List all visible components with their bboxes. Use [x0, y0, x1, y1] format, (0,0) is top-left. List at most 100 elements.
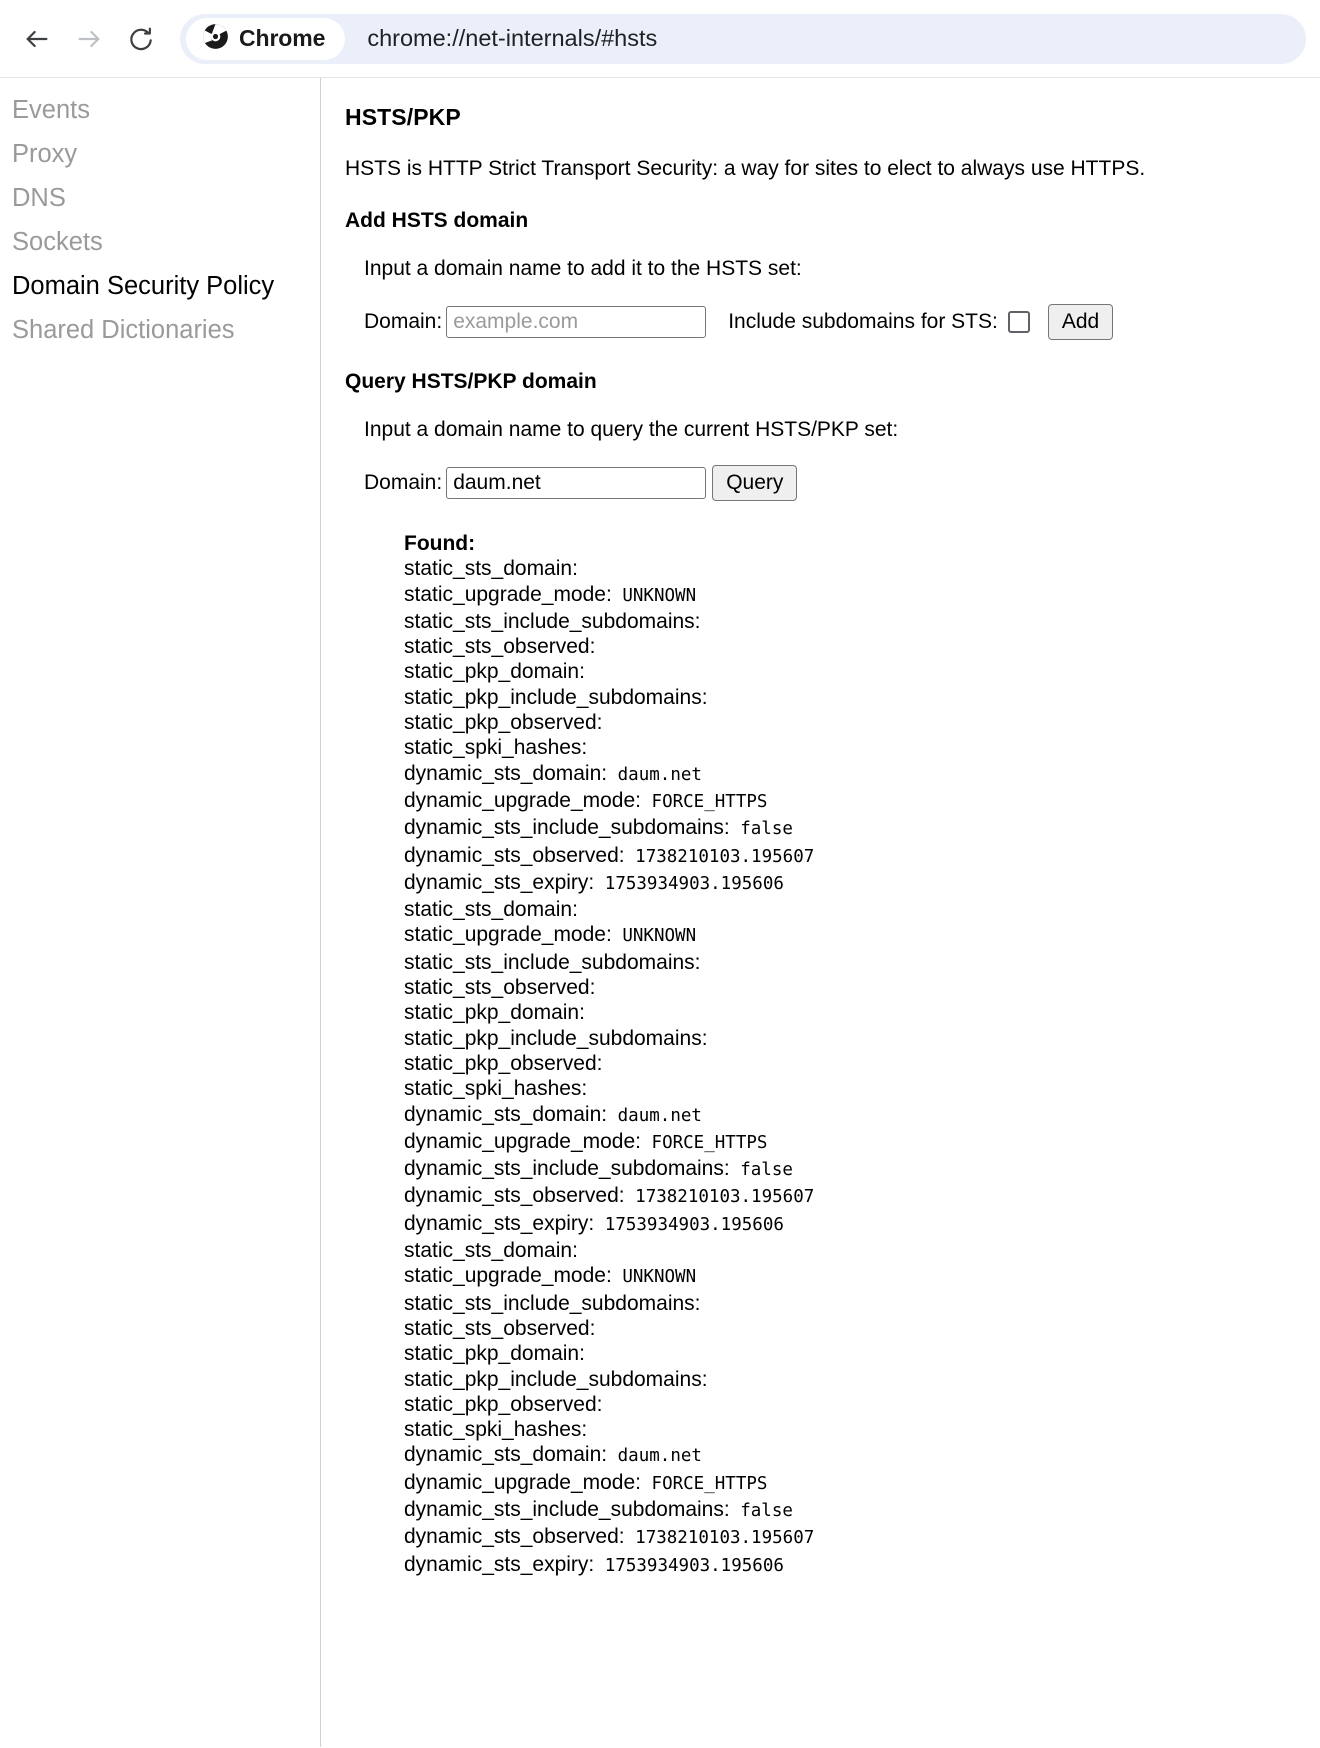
result-key: dynamic_upgrade_mode:	[404, 788, 641, 812]
result-value: UNKNOWN	[611, 585, 697, 606]
result-key: static_sts_include_subdomains:	[404, 1291, 701, 1315]
chrome-chip[interactable]: Chrome	[186, 17, 346, 60]
result-value: UNKNOWN	[611, 1267, 697, 1288]
result-line: dynamic_upgrade_mode: FORCE_HTTPS	[404, 788, 1320, 815]
result-key: static_pkp_domain:	[404, 660, 585, 684]
sidebar-item-events[interactable]: Events	[0, 88, 320, 132]
query-section-heading: Query HSTS/PKP domain	[345, 370, 597, 393]
result-value: false	[729, 819, 793, 840]
add-button[interactable]: Add	[1047, 304, 1114, 340]
result-line: static_pkp_include_subdomains:	[404, 1367, 1320, 1392]
result-line: static_pkp_observed:	[404, 1051, 1320, 1076]
result-line: static_sts_include_subdomains:	[404, 609, 1320, 634]
arrow-right-icon	[75, 25, 103, 53]
result-key: static_spki_hashes:	[404, 736, 588, 760]
result-value: FORCE_HTTPS	[641, 1473, 768, 1494]
sidebar-item-dns[interactable]: DNS	[0, 176, 320, 220]
result-line: static_pkp_observed:	[404, 1392, 1320, 1417]
result-key: static_sts_domain:	[404, 1239, 578, 1263]
omnibox[interactable]: Chrome chrome://net-internals/#hsts	[180, 13, 1306, 64]
result-line: dynamic_sts_expiry: 1753934903.195606	[404, 870, 1320, 897]
result-key: static_upgrade_mode:	[404, 923, 612, 947]
add-section-body: Input a domain name to add it to the HST…	[345, 257, 1320, 340]
result-key: static_spki_hashes:	[404, 1077, 588, 1101]
result-line: dynamic_sts_domain: daum.net	[404, 1102, 1320, 1129]
add-domain-label: Domain:	[364, 310, 443, 333]
reload-button[interactable]	[118, 16, 164, 62]
result-value: UNKNOWN	[611, 926, 697, 947]
result-value: 1753934903.195606	[594, 1555, 784, 1576]
result-line: static_sts_domain:	[404, 1238, 1320, 1263]
result-line: static_upgrade_mode: UNKNOWN	[404, 582, 1320, 609]
arrow-left-icon	[23, 25, 51, 53]
results-line-list: static_sts_domain: static_upgrade_mode: U…	[404, 556, 1320, 1579]
query-domain-label: Domain:	[364, 471, 443, 494]
sidebar-item-proxy[interactable]: Proxy	[0, 132, 320, 176]
add-section-heading: Add HSTS domain	[345, 209, 529, 232]
back-button[interactable]	[14, 16, 60, 62]
result-line: static_spki_hashes:	[404, 735, 1320, 760]
result-key: dynamic_sts_include_subdomains:	[404, 1497, 730, 1521]
result-key: dynamic_sts_include_subdomains:	[404, 1157, 730, 1181]
result-line: static_sts_domain:	[404, 897, 1320, 922]
result-key: dynamic_upgrade_mode:	[404, 1470, 641, 1494]
result-key: static_sts_include_subdomains:	[404, 950, 701, 974]
add-hint: Input a domain name to add it to the HST…	[364, 257, 802, 280]
result-key: dynamic_sts_observed:	[404, 1525, 625, 1549]
result-line: static_sts_observed:	[404, 634, 1320, 659]
result-key: static_pkp_observed:	[404, 1392, 603, 1416]
result-key: static_sts_domain:	[404, 557, 578, 581]
result-value: 1753934903.195606	[594, 1214, 784, 1235]
result-line: static_spki_hashes:	[404, 1076, 1320, 1101]
query-results: Found: static_sts_domain: static_upgrade_…	[364, 531, 1320, 1579]
include-subdomains-group: Include subdomains for STS:	[728, 310, 1030, 334]
result-line: static_sts_domain:	[404, 556, 1320, 581]
result-value: 1753934903.195606	[594, 873, 784, 894]
result-value: false	[729, 1160, 793, 1181]
result-key: dynamic_sts_domain:	[404, 1102, 608, 1126]
result-value: false	[729, 1500, 793, 1521]
query-hint: Input a domain name to query the current…	[364, 418, 899, 441]
query-domain-row: Domain: Query	[364, 465, 1320, 501]
omnibox-url: chrome://net-internals/#hsts	[367, 25, 658, 51]
sidebar-item-shared-dictionaries[interactable]: Shared Dictionaries	[0, 308, 320, 352]
sidebar-item-sockets[interactable]: Sockets	[0, 220, 320, 264]
result-line: static_sts_include_subdomains:	[404, 950, 1320, 975]
result-key: static_sts_observed:	[404, 1316, 596, 1340]
result-line: static_pkp_domain:	[404, 1000, 1320, 1025]
sidebar: Events Proxy DNS Sockets Domain Security…	[0, 78, 321, 1747]
result-key: static_sts_observed:	[404, 635, 596, 659]
result-line: static_pkp_observed:	[404, 710, 1320, 735]
result-key: dynamic_sts_observed:	[404, 843, 625, 867]
include-subdomains-checkbox[interactable]	[1007, 311, 1030, 333]
result-line: static_upgrade_mode: UNKNOWN	[404, 922, 1320, 949]
chrome-chip-label: Chrome	[239, 25, 326, 51]
result-line: dynamic_sts_expiry: 1753934903.195606	[404, 1211, 1320, 1238]
result-line: static_pkp_domain:	[404, 1341, 1320, 1366]
result-line: dynamic_sts_include_subdomains: false	[404, 1156, 1320, 1183]
result-line: dynamic_sts_include_subdomains: false	[404, 1497, 1320, 1524]
result-key: static_sts_include_subdomains:	[404, 609, 701, 633]
result-line: static_sts_observed:	[404, 1316, 1320, 1341]
result-line: static_sts_observed:	[404, 975, 1320, 1000]
result-key: static_sts_observed:	[404, 976, 596, 1000]
result-key: dynamic_sts_observed:	[404, 1184, 625, 1208]
result-line: static_pkp_domain:	[404, 659, 1320, 684]
sidebar-item-domain-security-policy[interactable]: Domain Security Policy	[0, 264, 320, 308]
result-key: dynamic_sts_expiry:	[404, 1552, 595, 1576]
result-line: static_spki_hashes:	[404, 1417, 1320, 1442]
result-key: static_pkp_include_subdomains:	[404, 685, 708, 709]
query-domain-input[interactable]	[446, 467, 707, 499]
result-line: static_upgrade_mode: UNKNOWN	[404, 1263, 1320, 1290]
result-key: dynamic_upgrade_mode:	[404, 1129, 641, 1153]
result-line: static_pkp_include_subdomains:	[404, 685, 1320, 710]
result-key: dynamic_sts_expiry:	[404, 870, 595, 894]
results-found-label: Found:	[404, 532, 476, 555]
forward-button[interactable]	[66, 16, 112, 62]
add-domain-input[interactable]	[446, 306, 707, 338]
result-key: static_spki_hashes:	[404, 1418, 588, 1442]
query-button[interactable]: Query	[712, 465, 798, 501]
result-key: static_upgrade_mode:	[404, 582, 612, 606]
result-key: static_pkp_include_subdomains:	[404, 1367, 708, 1391]
result-key: dynamic_sts_domain:	[404, 1443, 608, 1467]
